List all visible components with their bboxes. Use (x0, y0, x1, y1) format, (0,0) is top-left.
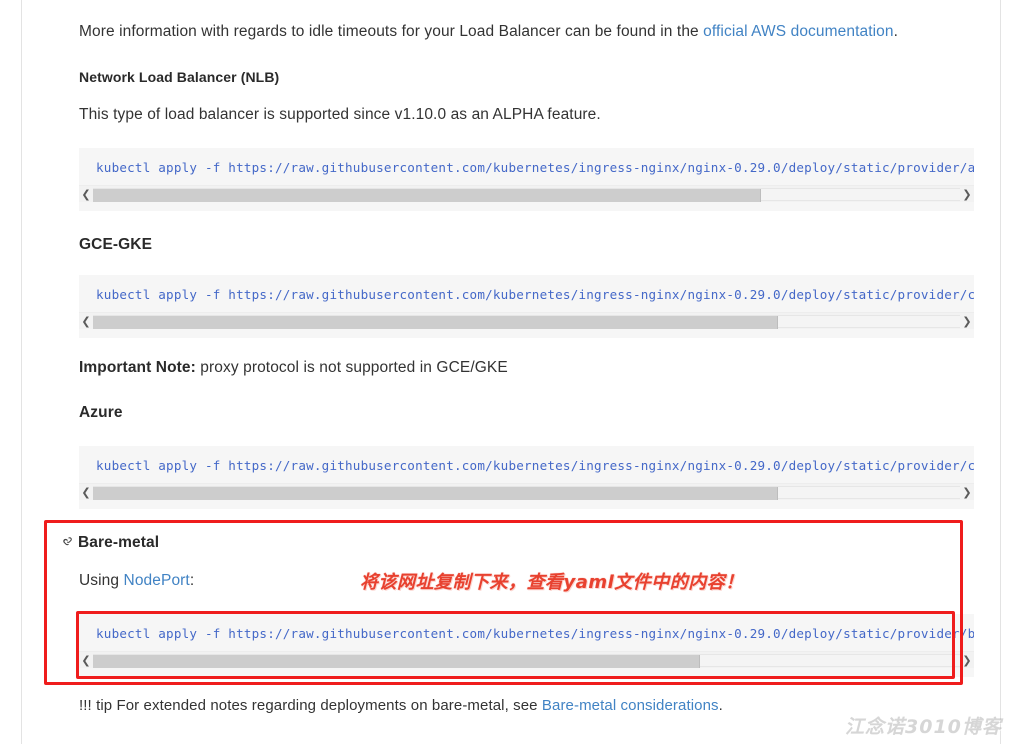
tip-text-after: . (718, 697, 723, 714)
intro-text-before: More information with regards to idle ti… (79, 23, 704, 40)
code-block-bare-metal[interactable]: kubectl apply -f https://raw.githubuserc… (79, 614, 974, 677)
scroll-track[interactable] (93, 187, 960, 202)
heading-gce-gke: GCE-GKE (79, 236, 153, 253)
scroll-thumb[interactable] (93, 315, 778, 329)
page-gutter-right (1000, 0, 1001, 744)
scroll-right-arrow-icon[interactable]: ❯ (960, 313, 974, 330)
aws-documentation-link[interactable]: official AWS documentation (703, 23, 893, 40)
scroll-track[interactable] (93, 653, 960, 668)
bare-metal-considerations-link[interactable]: Bare-metal considerations (542, 697, 719, 714)
important-note: Important Note: proxy protocol is not su… (79, 358, 979, 378)
scroll-track[interactable] (93, 314, 960, 329)
code-block-nlb[interactable]: kubectl apply -f https://raw.githubuserc… (79, 148, 974, 211)
watermark: 江念诺3010博客 (845, 716, 1002, 738)
code-hscrollbar-azure[interactable]: ❮ ❯ (79, 483, 974, 500)
scroll-thumb[interactable] (93, 654, 700, 668)
code-hscrollbar-nlb[interactable]: ❮ ❯ (79, 185, 974, 202)
code-text-nlb: kubectl apply -f https://raw.githubuserc… (96, 160, 974, 175)
scroll-right-arrow-icon[interactable]: ❯ (960, 186, 974, 203)
using-suffix: : (189, 572, 195, 589)
scroll-left-arrow-icon[interactable]: ❮ (79, 484, 93, 501)
chinese-annotation: 将该网址复制下来，查看yaml文件中的内容！ (360, 572, 744, 593)
nodeport-link[interactable]: NodePort (124, 572, 190, 589)
code-text-azure: kubectl apply -f https://raw.githubuserc… (96, 458, 974, 473)
important-note-text: proxy protocol is not supported in GCE/G… (195, 359, 508, 376)
heading-bare-metal: Bare-metal (60, 534, 159, 552)
scroll-left-arrow-icon[interactable]: ❮ (79, 313, 93, 330)
document-content: More information with regards to idle ti… (22, 0, 1000, 744)
page-root: More information with regards to idle ti… (0, 0, 1011, 744)
intro-text-after: . (893, 23, 899, 40)
scroll-thumb[interactable] (93, 188, 761, 202)
heading-azure: Azure (79, 404, 123, 421)
using-nodeport-paragraph: Using NodePort: (79, 571, 194, 591)
tip-paragraph: !!! tip For extended notes regarding dep… (79, 696, 979, 716)
tip-text-before: !!! tip For extended notes regarding dep… (79, 697, 542, 714)
scroll-left-arrow-icon[interactable]: ❮ (79, 652, 93, 669)
code-hscrollbar-bare-metal[interactable]: ❮ ❯ (79, 651, 974, 668)
scroll-right-arrow-icon[interactable]: ❯ (960, 652, 974, 669)
link-icon (60, 535, 74, 549)
scroll-right-arrow-icon[interactable]: ❯ (960, 484, 974, 501)
code-block-azure[interactable]: kubectl apply -f https://raw.githubuserc… (79, 446, 974, 509)
important-note-label: Important Note: (79, 359, 196, 376)
code-hscrollbar-gce-gke[interactable]: ❮ ❯ (79, 312, 974, 329)
nlb-paragraph: This type of load balancer is supported … (79, 106, 601, 123)
heading-nlb: Network Load Balancer (NLB) (79, 69, 280, 85)
heading-bare-metal-label: Bare-metal (78, 534, 160, 551)
code-block-gce-gke[interactable]: kubectl apply -f https://raw.githubuserc… (79, 275, 974, 338)
code-text-gce-gke: kubectl apply -f https://raw.githubuserc… (96, 287, 974, 302)
intro-paragraph: More information with regards to idle ti… (79, 22, 979, 42)
scroll-thumb[interactable] (93, 486, 778, 500)
scroll-track[interactable] (93, 485, 960, 500)
using-prefix: Using (79, 572, 124, 589)
scroll-left-arrow-icon[interactable]: ❮ (79, 186, 93, 203)
code-text-bare-metal: kubectl apply -f https://raw.githubuserc… (96, 626, 974, 641)
